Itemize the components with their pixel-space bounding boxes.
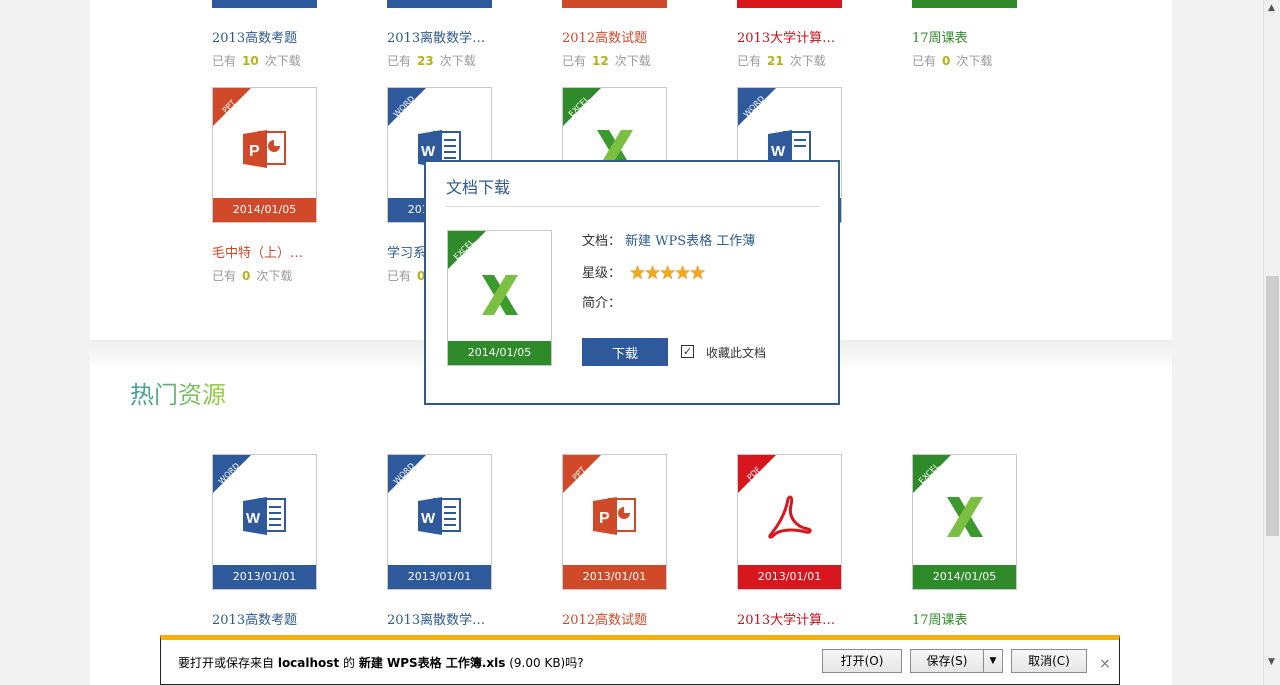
vertical-scrollbar[interactable]: ▲ ▼	[1263, 0, 1280, 685]
doc-date: 2013/01/01	[738, 565, 841, 589]
doc-title-link[interactable]: 2013大学计算…	[737, 609, 835, 628]
scroll-thumb[interactable]	[1266, 276, 1279, 536]
doc-thumbnail-ppt[interactable]: PPT P 2013/01/01	[562, 454, 667, 590]
pdf-icon	[768, 495, 812, 539]
scroll-up-icon[interactable]: ▲	[1268, 3, 1275, 13]
close-icon[interactable]: ×	[1099, 656, 1111, 672]
download-count: 已有 10 次下载	[212, 54, 301, 68]
doc-title-link[interactable]: 2013高数考题	[212, 609, 297, 628]
doc-date: 2014/01/05	[213, 198, 316, 222]
doc-name-row: 文档： 新建 WPS表格 工作薄	[582, 234, 756, 249]
doc-date: 2014/01/05	[448, 341, 551, 365]
svg-text:P: P	[249, 143, 260, 160]
rating-label: 星级：	[582, 266, 622, 281]
excel-icon	[947, 497, 983, 537]
cancel-button[interactable]: 取消(C)	[1011, 649, 1087, 673]
doc-thumbnail-pdf[interactable]: PDF 2013/01/01	[737, 454, 842, 590]
download-button[interactable]: 下载	[582, 338, 668, 366]
favorite-checkbox[interactable]: ✓	[681, 345, 694, 358]
save-dropdown-icon[interactable]: ▼	[983, 649, 1003, 673]
doc-title-link[interactable]: 2013大学计算…	[737, 27, 835, 46]
doc-thumbnail-word[interactable]: WORD W 2013/01/01	[212, 454, 317, 590]
doc-date: 2014/01/05	[913, 565, 1016, 589]
doc-title-link[interactable]: 17周课表	[912, 27, 968, 46]
doc-title-link[interactable]: 2013离散数学…	[387, 609, 485, 628]
top-thumb-2-bottom[interactable]	[387, 0, 492, 8]
top-thumb-1-bottom[interactable]	[212, 0, 317, 8]
doc-title-link[interactable]: 17周课表	[912, 609, 968, 628]
doc-thumbnail-ppt[interactable]: PPT P 2014/01/05	[212, 87, 317, 223]
doc-title-link[interactable]: 毛中特（上）…	[212, 242, 303, 261]
intro-label: 简介：	[582, 296, 622, 311]
download-count: 已有 0 次下载	[912, 54, 993, 68]
download-dialog: 文档下载 EXCEL 2014/01/05 文档： 新建 WPS表格 工作薄 星级…	[424, 160, 840, 405]
doc-title-link[interactable]: 2012高数试题	[562, 609, 647, 628]
svg-text:P: P	[599, 510, 610, 527]
doc-date: 2013/01/01	[563, 565, 666, 589]
download-notification-bar: 要打开或保存来自 localhost 的 新建 WPS表格 工作簿.xls (9…	[160, 635, 1120, 685]
favorite-label[interactable]: 收藏此文档	[706, 344, 766, 361]
download-count: 已有 23 次下载	[387, 54, 476, 68]
doc-title-link[interactable]: 2012高数试题	[562, 27, 647, 46]
rating-stars: ★★★★★	[629, 262, 706, 284]
dialog-title: 文档下载	[446, 178, 511, 197]
doc-date: 2013/01/01	[388, 565, 491, 589]
doc-title-link[interactable]: 2013高数考题	[212, 27, 297, 46]
doc-thumbnail-excel[interactable]: EXCEL 2014/01/05	[912, 454, 1017, 590]
top-thumb-5-bottom[interactable]	[912, 0, 1017, 8]
scroll-down-icon[interactable]: ▼	[1268, 657, 1275, 667]
ppt-icon: P	[593, 497, 636, 535]
doc-title-link[interactable]: 2013离散数学…	[387, 27, 485, 46]
section-title-hot: 热门资源	[130, 375, 226, 410]
top-thumb-3-bottom[interactable]	[562, 0, 667, 8]
dialog-divider	[446, 206, 820, 207]
top-thumb-4-bottom[interactable]	[737, 0, 842, 8]
word-icon: W	[243, 497, 286, 535]
svg-text:W: W	[771, 143, 786, 160]
svg-text:W: W	[246, 510, 261, 527]
download-count: 已有 12 次下载	[562, 54, 651, 68]
word-icon: W	[418, 497, 461, 535]
save-button[interactable]: 保存(S)	[910, 649, 984, 673]
svg-text:W: W	[421, 510, 436, 527]
download-count: 已有 0 次下载	[212, 269, 293, 283]
download-message: 要打开或保存来自 localhost 的 新建 WPS表格 工作簿.xls (9…	[178, 656, 584, 670]
doc-date: 2013/01/01	[213, 565, 316, 589]
download-count: 已有 21 次下载	[737, 54, 826, 68]
doc-thumbnail-word[interactable]: WORD W 2013/01/01	[387, 454, 492, 590]
doc-name: 新建 WPS表格 工作薄	[625, 234, 756, 249]
svg-text:W: W	[421, 143, 436, 160]
open-button[interactable]: 打开(O)	[822, 649, 902, 673]
ppt-icon: P	[243, 130, 286, 168]
excel-icon	[482, 275, 518, 315]
dialog-doc-thumbnail: EXCEL 2014/01/05	[447, 230, 552, 366]
